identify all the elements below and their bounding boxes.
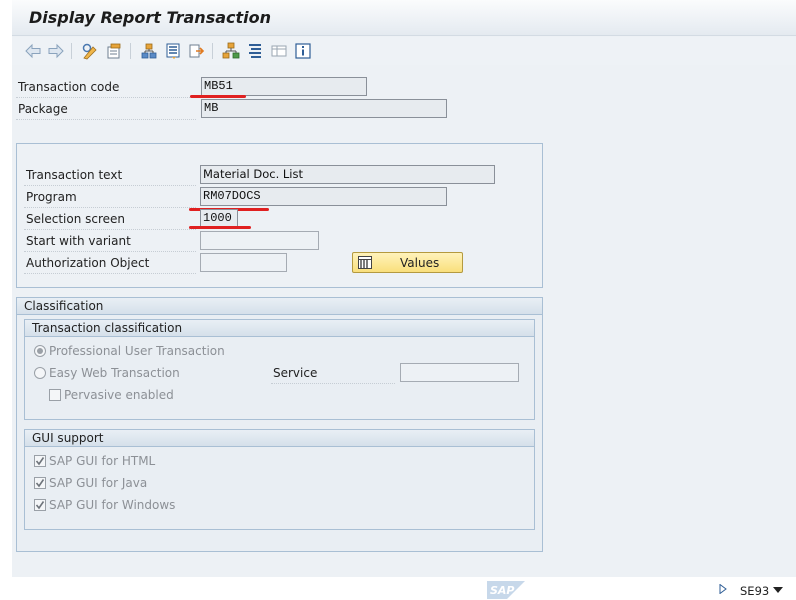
sap-gui-windows-checkbox[interactable]: SAP GUI for Windows: [34, 497, 214, 513]
service-field[interactable]: [400, 363, 519, 382]
display-object-list-icon[interactable]: [270, 42, 288, 60]
transaction-code-label: Transaction code: [16, 77, 196, 98]
transaction-text-label: Transaction text: [24, 165, 196, 186]
package-label: Package: [16, 99, 196, 120]
forward-arrow-icon[interactable]: [47, 42, 65, 60]
gui-support-title: GUI support: [25, 430, 534, 447]
easy-web-label: Easy Web Transaction: [49, 366, 180, 380]
authorization-object-field[interactable]: [200, 253, 287, 272]
pervasive-enabled-label: Pervasive enabled: [64, 388, 174, 402]
navigation-tree-icon[interactable]: [246, 42, 264, 60]
transaction-code-status: SE93: [740, 584, 770, 598]
sap-gui-html-label: SAP GUI for HTML: [49, 454, 156, 468]
transaction-classification-title: Transaction classification: [25, 320, 534, 337]
hierarchy-icon[interactable]: [140, 42, 158, 60]
sap-gui-html-checkbox[interactable]: SAP GUI for HTML: [34, 453, 214, 469]
toolbar-separator: [130, 43, 131, 59]
title-bar: Display Report Transaction: [12, 0, 796, 36]
professional-user-label: Professional User Transaction: [49, 344, 225, 358]
chevron-down-icon[interactable]: [773, 587, 783, 593]
selection-screen-label: Selection screen: [24, 209, 196, 230]
values-button-label: Values: [400, 256, 440, 270]
navigate-icon[interactable]: [188, 42, 206, 60]
toolbar-separator: [212, 43, 213, 59]
checkbox-checked-icon: [34, 455, 46, 467]
app-window: Display Report Transaction Transaction c…: [12, 0, 796, 577]
sap-gui-java-checkbox[interactable]: SAP GUI for Java: [34, 475, 214, 491]
values-button[interactable]: Values: [352, 252, 463, 273]
checkbox-checked-icon: [34, 477, 46, 489]
red-annotation-underline: [190, 95, 246, 98]
list-icon[interactable]: [164, 42, 182, 60]
radio-selected-icon: [34, 345, 46, 357]
sap-gui-java-label: SAP GUI for Java: [49, 476, 148, 490]
professional-user-radio[interactable]: Professional User Transaction: [34, 343, 254, 359]
start-with-variant-label: Start with variant: [24, 231, 196, 252]
sap-gui-windows-label: SAP GUI for Windows: [49, 498, 176, 512]
play-icon[interactable]: [719, 584, 727, 594]
svg-text:SAP: SAP: [490, 584, 515, 597]
checkbox-checked-icon: [34, 499, 46, 511]
authorization-object-label: Authorization Object: [24, 253, 196, 274]
status-bar: SAP SE93: [0, 577, 796, 600]
object-list-icon[interactable]: [222, 42, 240, 60]
red-annotation-underline: [189, 226, 251, 229]
toolbar-separator: [71, 43, 72, 59]
service-label: Service: [271, 363, 395, 384]
information-icon[interactable]: [294, 42, 312, 60]
start-with-variant-field[interactable]: [200, 231, 319, 250]
radio-unselected-icon: [34, 367, 46, 379]
sap-logo: SAP: [487, 581, 525, 599]
window-title: Display Report Transaction: [29, 8, 272, 27]
display-change-icon[interactable]: [81, 42, 99, 60]
pervasive-enabled-checkbox[interactable]: Pervasive enabled: [49, 387, 209, 403]
transaction-text-field[interactable]: Material Doc. List: [200, 165, 495, 184]
back-arrow-icon[interactable]: [24, 42, 42, 60]
checkbox-unchecked-icon: [49, 389, 61, 401]
application-toolbar: [12, 37, 796, 65]
table-values-icon: [358, 256, 372, 272]
program-label: Program: [24, 187, 196, 208]
other-object-icon[interactable]: [105, 42, 123, 60]
transaction-code-field[interactable]: MB51: [201, 77, 367, 96]
easy-web-radio[interactable]: Easy Web Transaction: [34, 365, 254, 381]
classification-title: Classification: [17, 298, 542, 315]
package-field[interactable]: MB: [201, 99, 447, 118]
program-field[interactable]: RM07DOCS: [200, 187, 447, 206]
